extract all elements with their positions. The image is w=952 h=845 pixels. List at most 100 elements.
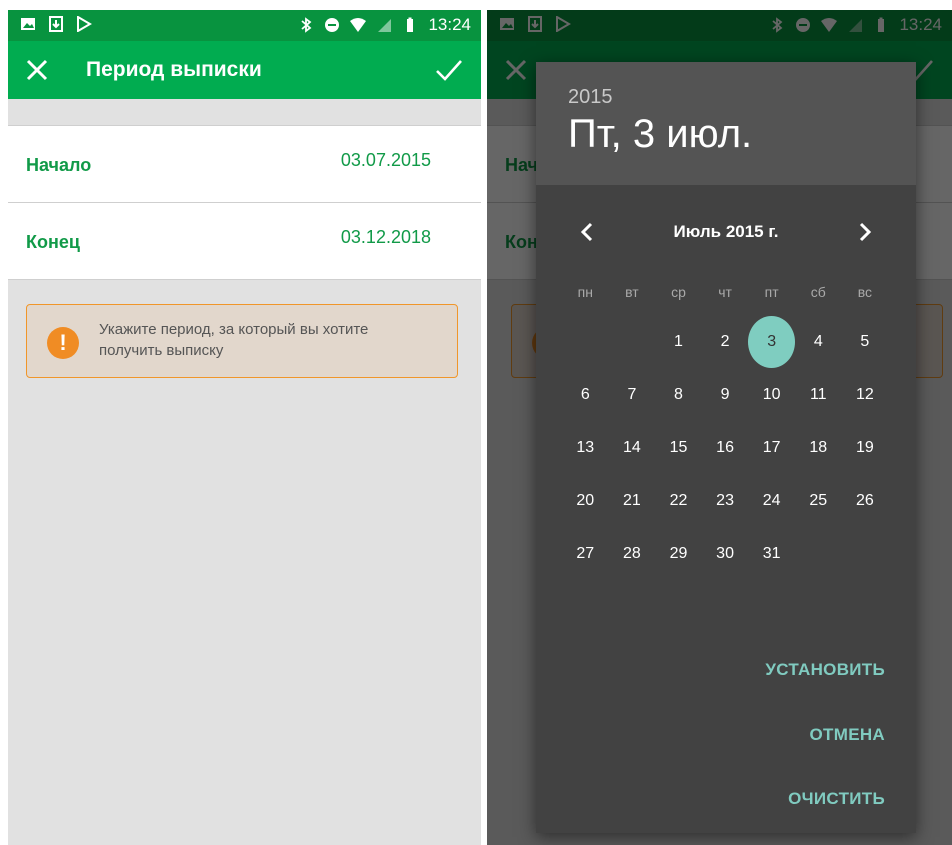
warning-notice: ! Укажите период, за который вы хотите п…: [26, 304, 458, 378]
calendar-day-number: 12: [855, 385, 874, 403]
calendar-day-number: 26: [855, 491, 874, 509]
close-icon[interactable]: [24, 57, 50, 83]
calendar-day[interactable]: 9: [702, 368, 749, 421]
calendar-day[interactable]: 18: [795, 421, 842, 474]
calendar-day[interactable]: 8: [655, 368, 702, 421]
calendar-day[interactable]: 6: [562, 368, 609, 421]
confirm-check-icon[interactable]: [435, 57, 463, 83]
calendar-day-number: 6: [580, 385, 590, 403]
weekday-label: чт: [718, 284, 732, 300]
end-date-row[interactable]: Конец 03.12.2018: [8, 202, 481, 279]
calendar-day-number: 4: [813, 332, 823, 350]
do-not-disturb-icon: [325, 18, 340, 32]
calendar-grid: 1 2 3 4 5 6 7 8 9 10 11 12 13 14 15 16 17 18 19 20 21 22 23 24 2…: [562, 315, 889, 580]
calendar-day-number: 17: [762, 438, 781, 456]
date-picker-header: 2015 Пт, 3 июл.: [536, 62, 916, 185]
calendar-day-number: 13: [576, 438, 595, 456]
date-picker-screen: 13:24 Начало Конец ! 2015 Пт, 3 июл. Июл…: [487, 10, 952, 845]
start-label: Начало: [26, 155, 92, 175]
calendar-day[interactable]: 26: [842, 474, 889, 527]
calendar-day-number: 10: [762, 385, 781, 403]
app-bar: Период выписки: [8, 41, 481, 99]
end-date-value[interactable]: 03.12.2018: [341, 227, 431, 248]
calendar-day-number: 18: [809, 438, 828, 456]
calendar-day-number: 31: [762, 544, 781, 562]
calendar-day[interactable]: 10: [748, 368, 795, 421]
notice-text: Укажите период, за который вы хотите пол…: [99, 321, 369, 359]
date-picker-dialog: 2015 Пт, 3 июл. Июль 2015 г. пн вт ср чт…: [536, 62, 916, 833]
download-icon: [49, 16, 63, 32]
cancel-button[interactable]: ОТМЕНА: [810, 725, 885, 745]
play-store-icon: [77, 16, 92, 32]
calendar-day-number: 8: [674, 385, 683, 403]
end-label: Конец: [26, 232, 80, 252]
calendar-day[interactable]: 21: [609, 474, 656, 527]
calendar-day-number: 3: [748, 315, 795, 368]
calendar-day[interactable]: 31: [748, 527, 795, 580]
calendar-day[interactable]: 13: [562, 421, 609, 474]
calendar-day[interactable]: 17: [748, 421, 795, 474]
calendar-day[interactable]: 1: [655, 315, 702, 368]
calendar-day[interactable]: 25: [795, 474, 842, 527]
bluetooth-icon: [301, 17, 312, 33]
calendar-day[interactable]: 19: [842, 421, 889, 474]
weekday-label: пт: [764, 284, 779, 300]
calendar-day-number: 1: [674, 332, 683, 350]
calendar-day[interactable]: 11: [795, 368, 842, 421]
calendar-day-number: 2: [720, 332, 730, 350]
weekday-label: ср: [671, 284, 686, 300]
warning-icon: !: [47, 327, 79, 359]
calendar-day[interactable]: 22: [655, 474, 702, 527]
calendar-day-number: 15: [669, 438, 688, 456]
status-bar: 13:24: [8, 10, 481, 41]
calendar-day-number: 27: [576, 544, 595, 562]
calendar-day[interactable]: 20: [562, 474, 609, 527]
calendar-day[interactable]: 30: [702, 527, 749, 580]
calendar-day[interactable]: 28: [609, 527, 656, 580]
calendar-day-number: 16: [716, 438, 734, 456]
chevron-right-icon[interactable]: [854, 218, 876, 246]
start-date-value[interactable]: 03.07.2015: [341, 150, 431, 171]
calendar-day-number: 20: [576, 491, 595, 509]
no-sim-icon: [378, 19, 392, 32]
selected-date[interactable]: Пт, 3 июл.: [568, 112, 752, 157]
start-date-row[interactable]: Начало 03.07.2015: [8, 126, 481, 202]
calendar-day[interactable]: 24: [748, 474, 795, 527]
calendar-day[interactable]: 2: [702, 315, 749, 368]
calendar-day-number: 25: [809, 491, 828, 509]
calendar-day-number: 30: [716, 544, 734, 562]
calendar-day[interactable]: 4: [795, 315, 842, 368]
calendar-day-number: 23: [716, 491, 734, 509]
calendar-day-number: 9: [720, 385, 730, 403]
calendar-day-number: 5: [860, 332, 870, 350]
calendar-day[interactable]: 14: [609, 421, 656, 474]
calendar-day-number: 11: [809, 385, 827, 403]
calendar-day-number: 29: [669, 544, 688, 562]
calendar-day[interactable]: 27: [562, 527, 609, 580]
calendar-day-number: 24: [762, 491, 781, 509]
statement-period-screen: 13:24 Период выписки Начало 03.07.2015 К…: [8, 10, 481, 845]
calendar-day-number: 19: [855, 438, 874, 456]
image-icon: [21, 18, 35, 30]
calendar-day-number: 7: [627, 385, 637, 403]
calendar-empty-cell: [609, 315, 656, 368]
weekday-label: сб: [810, 284, 826, 300]
clear-button[interactable]: ОЧИСТИТЬ: [788, 789, 885, 809]
period-card: Начало 03.07.2015 Конец 03.12.2018: [8, 125, 481, 280]
calendar-day[interactable]: 5: [842, 315, 889, 368]
calendar-day-number: 22: [669, 491, 688, 509]
calendar-day[interactable]: 15: [655, 421, 702, 474]
calendar-day[interactable]: 7: [609, 368, 656, 421]
calendar-day[interactable]: 29: [655, 527, 702, 580]
weekday-header: пн вт ср чт пт сб вс: [562, 284, 888, 300]
selected-year[interactable]: 2015: [568, 86, 613, 109]
calendar-day-number: 28: [622, 544, 641, 562]
calendar-day[interactable]: 23: [702, 474, 749, 527]
calendar-day[interactable]: 16: [702, 421, 749, 474]
calendar-empty-cell: [562, 315, 609, 368]
calendar-day-selected[interactable]: 3: [748, 315, 795, 368]
calendar-day[interactable]: 12: [842, 368, 889, 421]
weekday-label: вт: [625, 284, 639, 300]
set-button[interactable]: УСТАНОВИТЬ: [765, 660, 885, 680]
wifi-icon: [350, 18, 367, 32]
